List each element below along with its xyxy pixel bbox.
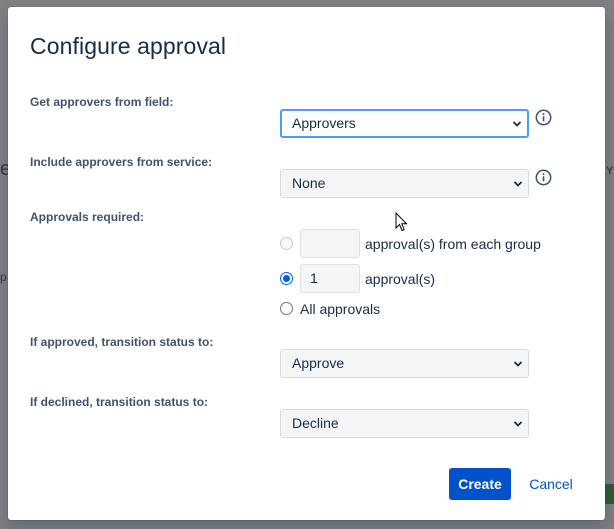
cancel-button[interactable]: Cancel <box>523 468 579 500</box>
chevron-down-icon <box>513 360 523 367</box>
declined-transition-select[interactable]: Decline <box>280 409 529 438</box>
approvals-required-label: Approvals required: <box>30 210 145 224</box>
approvers-field-value: Approvers <box>292 115 356 131</box>
approval-count-input[interactable]: 1 <box>300 264 360 293</box>
approvers-service-select[interactable]: None <box>280 169 529 198</box>
chevron-down-icon <box>513 180 523 187</box>
each-group-option-label: approval(s) from each group <box>365 236 541 252</box>
all-approvals-option-label: All approvals <box>300 301 381 317</box>
chevron-down-icon <box>513 420 523 427</box>
info-icon[interactable] <box>535 109 552 126</box>
mouse-cursor-icon <box>395 212 408 232</box>
approvers-field-label: Get approvers from field: <box>30 95 174 109</box>
radio-each-group[interactable] <box>280 237 293 250</box>
chevron-down-icon <box>512 120 522 127</box>
background-button-fragment <box>605 484 614 504</box>
dialog-title: Configure approval <box>30 33 227 59</box>
radio-all-approvals[interactable] <box>280 302 293 315</box>
background-text-fragment: Y <box>606 165 614 177</box>
approvers-service-label: Include approvers from service: <box>30 155 213 169</box>
approved-transition-label: If approved, transition status to: <box>30 335 214 349</box>
configure-approval-dialog: Configure approval Get approvers from fi… <box>8 7 605 520</box>
background-text-fragment: p <box>0 270 7 284</box>
declined-transition-label: If declined, transition status to: <box>30 395 209 409</box>
radio-approval-count[interactable] <box>280 272 293 285</box>
each-group-count-input[interactable] <box>300 229 360 258</box>
info-icon[interactable] <box>535 169 552 186</box>
approvers-service-value: None <box>292 175 326 191</box>
approved-transition-select[interactable]: Approve <box>280 349 529 378</box>
declined-transition-value: Decline <box>292 415 339 431</box>
create-button[interactable]: Create <box>449 468 511 500</box>
approved-transition-value: Approve <box>292 355 345 371</box>
approval-count-option-label: approval(s) <box>365 271 436 287</box>
approvers-field-select[interactable]: Approvers <box>280 109 529 138</box>
